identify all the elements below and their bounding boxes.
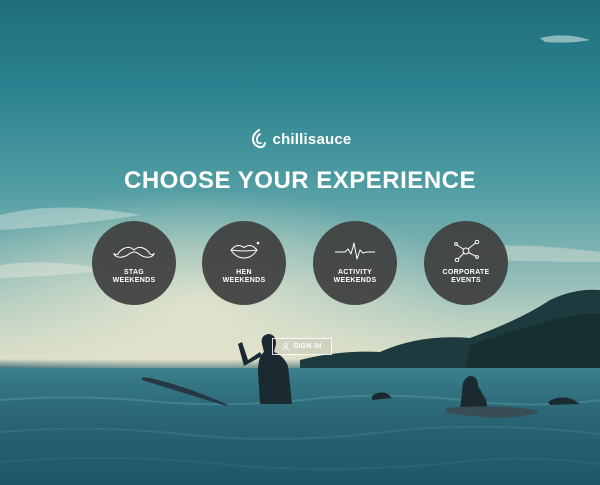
brand[interactable]: chillisauce	[0, 129, 600, 149]
option-label: ACTIVITY WEEKENDS	[320, 269, 390, 285]
lips-icon	[230, 241, 260, 259]
sign-in-label: SIGN IN	[293, 343, 322, 350]
option-activity-weekends[interactable]: ACTIVITY WEEKENDS	[313, 221, 397, 305]
option-stag-weekends[interactable]: STAG WEEKENDS	[92, 221, 176, 305]
option-label-line2: WEEKENDS	[112, 277, 156, 284]
landing-page: chillisauce CHOOSE YOUR EXPERIENCE STAG …	[0, 0, 600, 485]
option-hen-weekends[interactable]: HEN WEEKENDS	[202, 221, 286, 305]
option-label: CORPORATE EVENTS	[431, 269, 501, 285]
option-label-line2: WEEKENDS	[222, 277, 266, 284]
network-icon	[454, 240, 480, 262]
option-label-line1: ACTIVITY	[337, 269, 373, 276]
option-label-line2: EVENTS	[451, 277, 481, 284]
chillisauce-swirl-logo-icon	[251, 129, 266, 149]
option-label-line2: WEEKENDS	[333, 277, 377, 284]
option-corporate-events[interactable]: CORPORATE EVENTS	[424, 221, 508, 305]
brand-name: chillisauce	[272, 130, 352, 148]
option-label-line1: CORPORATE	[442, 269, 490, 276]
page-title: CHOOSE YOUR EXPERIENCE	[124, 167, 476, 194]
cloud	[540, 35, 590, 43]
option-label-line1: HEN	[236, 269, 252, 276]
option-label-line1: STAG	[123, 269, 145, 276]
user-icon	[282, 342, 290, 351]
option-label: STAG WEEKENDS	[99, 269, 169, 285]
option-label: HEN WEEKENDS	[209, 269, 279, 285]
experience-options: STAG WEEKENDS HEN WEEKENDS ACTIVITY WEEK…	[92, 221, 512, 307]
sign-in-button[interactable]: SIGN IN	[272, 338, 332, 355]
moustache-icon	[113, 246, 155, 258]
pulse-icon	[335, 242, 375, 260]
